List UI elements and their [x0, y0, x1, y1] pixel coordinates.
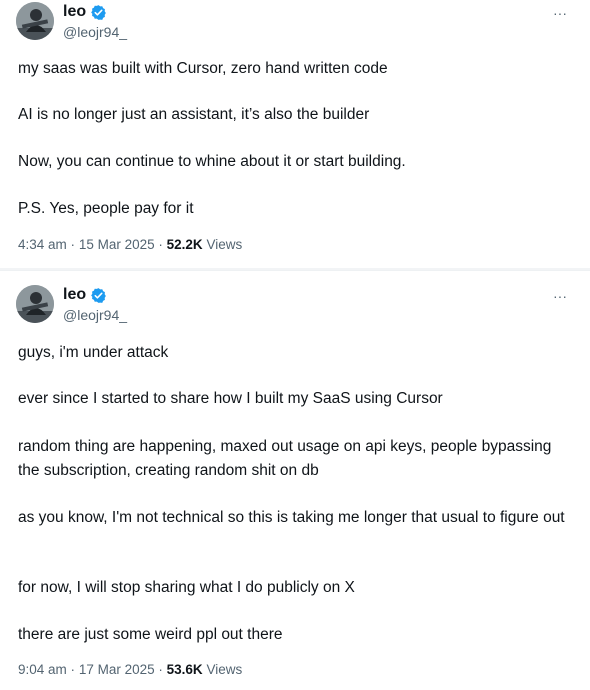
tweet-card-2: leo @leojr94_ ··· guys, i'm under attack… [0, 270, 590, 690]
tweet-text-line: Now, you can continue to whine about it … [18, 153, 406, 170]
views-count[interactable]: 52.2K [167, 237, 203, 252]
tweet-date[interactable]: 15 Mar 2025 [79, 237, 155, 252]
tweet-text-line: guys, i'm under attack [18, 344, 169, 361]
meta-separator: · [70, 237, 76, 252]
meta-separator: · [158, 237, 163, 252]
verified-badge-icon [90, 287, 107, 304]
tweet-card-1: leo @leojr94_ ··· my saas was built with… [0, 0, 590, 268]
more-options-icon[interactable]: ··· [553, 289, 567, 303]
author-row: leo [63, 286, 107, 304]
tweet-date[interactable]: 17 Mar 2025 [79, 662, 155, 677]
tweet-meta: 4:34 am · 15 Mar 2025 · 52.2K Views [18, 237, 242, 252]
views-label: Views [206, 237, 243, 252]
tweet-time[interactable]: 4:34 am [18, 237, 67, 252]
tweet-text-line: my saas was built with Cursor, zero hand… [18, 60, 388, 77]
tweet-text-line: there are just some weird ppl out there [18, 626, 283, 643]
tweet-text-line: as you know, I'm not technical so this i… [18, 509, 565, 526]
tweet-text-line: for now, I will stop sharing what I do p… [18, 579, 355, 596]
author-row: leo [63, 3, 107, 21]
author-handle[interactable]: @leojr94_ [63, 24, 127, 40]
more-options-icon[interactable]: ··· [553, 6, 567, 20]
tweet-meta: 9:04 am · 17 Mar 2025 · 53.6K Views [18, 662, 242, 677]
avatar[interactable] [16, 285, 54, 323]
author-name[interactable]: leo [63, 3, 86, 21]
tweet-text-line: random thing are happening, maxed out us… [18, 438, 552, 479]
author-handle[interactable]: @leojr94_ [63, 307, 127, 323]
meta-separator: · [70, 662, 76, 677]
verified-badge-icon [90, 4, 107, 21]
views-count[interactable]: 53.6K [167, 662, 203, 677]
tweet-text-line: P.S. Yes, people pay for it [18, 200, 194, 217]
avatar[interactable] [16, 2, 54, 40]
author-name[interactable]: leo [63, 286, 86, 304]
meta-separator: · [158, 662, 163, 677]
views-label: Views [206, 662, 243, 677]
tweet-text-line: ever since I started to share how I buil… [18, 390, 443, 407]
tweet-time[interactable]: 9:04 am [18, 662, 67, 677]
tweet-text-line: AI is no longer just an assistant, it’s … [18, 106, 370, 123]
